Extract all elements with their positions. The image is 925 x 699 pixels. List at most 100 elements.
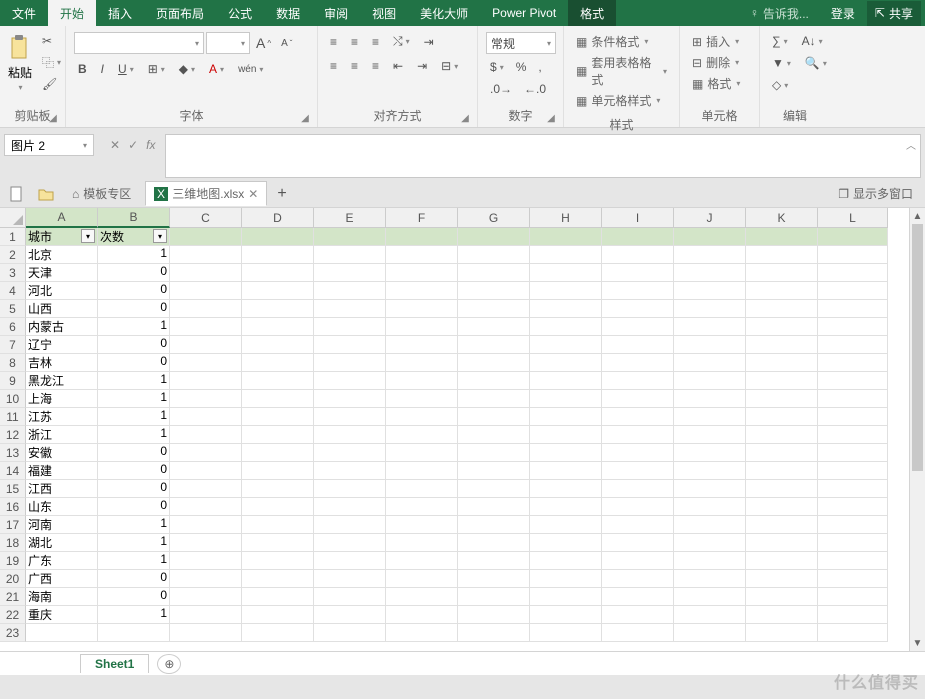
cell[interactable]: 0 [98, 570, 170, 588]
cell[interactable] [458, 408, 530, 426]
copy-button[interactable]: ⿻▾ [38, 52, 65, 73]
cell[interactable]: 内蒙古 [26, 318, 98, 336]
cell[interactable] [170, 444, 242, 462]
cell[interactable]: 江西 [26, 480, 98, 498]
column-header[interactable]: I [602, 208, 674, 228]
cell[interactable] [458, 462, 530, 480]
align-left-button[interactable]: ≡ [326, 57, 341, 75]
cell[interactable] [602, 552, 674, 570]
add-tab-button[interactable]: + [273, 183, 290, 205]
cell[interactable] [386, 624, 458, 642]
cell[interactable] [314, 498, 386, 516]
cell[interactable] [242, 264, 314, 282]
cell[interactable] [746, 426, 818, 444]
menu-tab-页面布局[interactable]: 页面布局 [144, 0, 216, 26]
cell[interactable] [458, 480, 530, 498]
increase-decimal-button[interactable]: .0→ [486, 80, 516, 98]
column-header[interactable]: D [242, 208, 314, 228]
close-tab-icon[interactable]: ✕ [248, 187, 258, 201]
dialog-launcher-icon[interactable]: ◢ [47, 113, 59, 125]
cell[interactable] [314, 246, 386, 264]
cell[interactable]: 天津 [26, 264, 98, 282]
row-header[interactable]: 8 [0, 354, 26, 372]
sort-filter-button[interactable]: A↓▾ [798, 32, 827, 50]
cell[interactable] [386, 318, 458, 336]
cell[interactable] [242, 318, 314, 336]
cell[interactable] [170, 336, 242, 354]
templates-tab[interactable]: ⌂模板专区 [64, 182, 139, 205]
cell[interactable] [458, 516, 530, 534]
cell[interactable] [746, 462, 818, 480]
cell[interactable] [746, 588, 818, 606]
font-family-combo[interactable]: ▾ [74, 32, 204, 54]
align-center-button[interactable]: ≡ [347, 57, 362, 75]
cell[interactable] [170, 570, 242, 588]
row-header[interactable]: 12 [0, 426, 26, 444]
formula-input[interactable]: ︿ [165, 134, 921, 178]
cell[interactable] [314, 336, 386, 354]
cell[interactable] [170, 246, 242, 264]
cell[interactable] [674, 408, 746, 426]
cell[interactable] [314, 426, 386, 444]
cell[interactable] [386, 426, 458, 444]
cell[interactable] [674, 300, 746, 318]
wrap-text-button[interactable]: ⇥ [420, 32, 438, 51]
cell[interactable] [674, 318, 746, 336]
column-header[interactable]: E [314, 208, 386, 228]
cell[interactable]: 浙江 [26, 426, 98, 444]
cell[interactable]: 海南 [26, 588, 98, 606]
cell[interactable] [530, 282, 602, 300]
cell[interactable] [602, 408, 674, 426]
cell[interactable] [170, 390, 242, 408]
cell[interactable] [530, 354, 602, 372]
underline-button[interactable]: U▾ [114, 60, 138, 78]
cell[interactable] [746, 336, 818, 354]
menu-tab-视图[interactable]: 视图 [360, 0, 408, 26]
cell[interactable]: 1 [98, 552, 170, 570]
delete-cells-button[interactable]: ⊟删除▾ [688, 53, 743, 72]
cell[interactable] [386, 534, 458, 552]
column-header[interactable]: B [98, 208, 170, 228]
cell[interactable] [746, 354, 818, 372]
cell[interactable] [386, 372, 458, 390]
cell[interactable] [530, 570, 602, 588]
menu-tab-审阅[interactable]: 审阅 [312, 0, 360, 26]
cell[interactable] [602, 354, 674, 372]
cell[interactable] [602, 300, 674, 318]
font-color-button[interactable]: A▾ [205, 60, 228, 78]
cell[interactable] [314, 480, 386, 498]
cell[interactable] [170, 624, 242, 642]
dialog-launcher-icon[interactable]: ◢ [545, 113, 557, 125]
cell[interactable] [818, 606, 888, 624]
cell[interactable] [530, 372, 602, 390]
percent-button[interactable]: % [512, 58, 531, 76]
cell[interactable] [746, 282, 818, 300]
cell[interactable] [458, 552, 530, 570]
cell[interactable] [530, 534, 602, 552]
menu-tab-格式[interactable]: 格式 [568, 0, 616, 26]
cell[interactable] [602, 462, 674, 480]
row-header[interactable]: 14 [0, 462, 26, 480]
cell[interactable] [530, 552, 602, 570]
row-header[interactable]: 4 [0, 282, 26, 300]
name-box[interactable]: 图片 2▾ [4, 134, 94, 156]
cell[interactable] [602, 516, 674, 534]
cell[interactable] [674, 390, 746, 408]
cell[interactable] [314, 606, 386, 624]
cell[interactable]: 0 [98, 498, 170, 516]
cell[interactable] [602, 570, 674, 588]
cell[interactable]: 0 [98, 300, 170, 318]
cell[interactable] [314, 282, 386, 300]
cell[interactable] [602, 588, 674, 606]
cell[interactable]: 河北 [26, 282, 98, 300]
cell[interactable] [242, 246, 314, 264]
cell[interactable] [170, 516, 242, 534]
cell[interactable] [26, 624, 98, 642]
cell[interactable] [458, 228, 530, 246]
cell[interactable] [530, 336, 602, 354]
cell[interactable] [746, 246, 818, 264]
indent-increase-button[interactable]: ⇥ [413, 57, 431, 75]
cell[interactable] [674, 606, 746, 624]
cell[interactable] [170, 480, 242, 498]
fx-icon[interactable]: fx [146, 138, 155, 152]
